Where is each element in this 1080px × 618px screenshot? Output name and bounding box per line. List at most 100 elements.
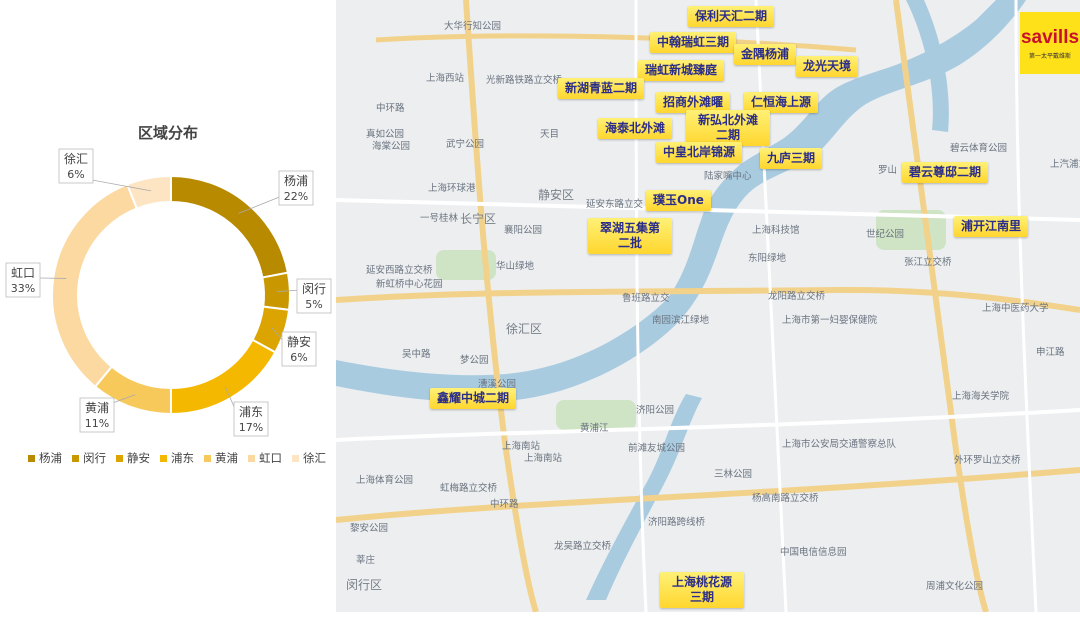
place-label: 上海海关学院: [952, 391, 1010, 402]
place-label: 世纪公园: [866, 229, 905, 240]
donut-slice-0: [170, 174, 290, 279]
project-label[interactable]: 中翰瑞虹三期: [650, 32, 737, 53]
place-label: 上海市第一妇婴保健院: [782, 315, 878, 326]
legend-label: 黄浦: [215, 451, 238, 465]
place-label: 上海南站: [524, 453, 563, 464]
place-label: 南园滨江绿地: [652, 315, 710, 326]
place-label: 一号桂林: [420, 213, 459, 224]
data-label-category-5: 虹口: [11, 266, 35, 280]
place-label: 东阳绿地: [748, 253, 787, 264]
place-label: 襄阳公园: [504, 225, 543, 236]
data-label-category-1: 闵行: [302, 281, 326, 296]
legend-item-0: 杨浦: [28, 450, 62, 466]
project-label[interactable]: 新湖青蓝二期: [558, 78, 645, 99]
project-label[interactable]: 鑫耀中城二期: [430, 388, 517, 409]
legend-swatch: [160, 454, 167, 462]
place-label: 中环路: [490, 499, 519, 510]
place-label: 上海环球港: [428, 183, 476, 194]
project-label[interactable]: 瑞虹新城臻庭: [638, 60, 725, 81]
legend-swatch: [116, 454, 123, 462]
data-label-4: 黄浦 11%: [79, 397, 115, 433]
place-label: 三林公园: [714, 469, 753, 480]
place-label: 武宁公园: [446, 139, 485, 150]
project-label[interactable]: 璞玉One: [646, 190, 711, 211]
legend: 杨浦 闵行 静安 浦东 黄浦 虹口 徐汇: [28, 450, 328, 466]
place-label: 周浦文化公园: [926, 581, 984, 592]
place-label: 海棠公园: [372, 141, 411, 152]
legend-label: 静安: [127, 451, 150, 465]
legend-label: 虹口: [259, 451, 282, 465]
legend-swatch: [248, 454, 255, 462]
data-label-value-2: 6%: [290, 351, 307, 364]
place-label: 陆家嘴中心: [704, 171, 752, 182]
project-label[interactable]: 保利天汇二期: [688, 6, 775, 27]
data-label-6: 徐汇 6%: [58, 148, 94, 184]
data-label-3: 浦东 17%: [233, 401, 269, 437]
data-label-5: 虹口 33%: [5, 262, 41, 298]
legend-label: 徐汇: [303, 451, 326, 465]
place-label: 鲁班路立交: [622, 293, 670, 304]
project-label[interactable]: 翠湖五集第二批: [588, 218, 672, 254]
project-label[interactable]: 龙光天境: [796, 56, 859, 77]
donut-slice-6: [125, 174, 172, 210]
place-label: 闵行区: [346, 578, 383, 592]
project-label[interactable]: 海泰北外滩: [598, 118, 673, 139]
legend-label: 杨浦: [39, 451, 62, 465]
savills-logo: savills 第一太平戴维斯: [1020, 12, 1080, 74]
legend-swatch: [204, 454, 211, 462]
place-label: 华山绿地: [496, 261, 535, 272]
data-label-value-1: 5%: [305, 298, 322, 311]
data-label-value-3: 17%: [239, 421, 263, 434]
place-label: 前滩友城公园: [628, 443, 686, 454]
place-label: 上海体育公园: [356, 475, 414, 486]
place-label: 中国电信信息园: [780, 547, 847, 558]
place-label: 济阳公园: [636, 405, 675, 416]
legend-swatch: [72, 454, 79, 462]
place-label: 济阳路跨线桥: [648, 517, 706, 528]
data-label-value-6: 6%: [67, 168, 84, 181]
project-label[interactable]: 碧云尊邸二期: [902, 162, 989, 183]
place-label: 长宁区: [460, 212, 497, 226]
data-label-value-5: 33%: [11, 282, 35, 295]
place-label: 张江立交桥: [904, 257, 952, 268]
place-label: 新虹桥中心花园: [376, 279, 443, 290]
legend-item-6: 徐汇: [292, 450, 326, 466]
data-label-category-6: 徐汇: [64, 151, 88, 166]
data-label-0: 杨浦 22%: [278, 170, 314, 206]
place-label: 延安西路立交桥: [366, 265, 433, 276]
place-label: 光新路铁路立交桥: [486, 75, 563, 86]
project-label[interactable]: 中皇北岸锦源: [656, 142, 743, 163]
place-label: 静安区: [538, 188, 575, 202]
place-label: 申江路: [1036, 347, 1065, 358]
place-label: 天目: [540, 129, 560, 140]
data-label-category-0: 杨浦: [284, 173, 308, 188]
place-label: 上汽浦东: [1050, 159, 1080, 170]
data-label-value-4: 11%: [85, 417, 109, 430]
place-label: 徐汇区: [506, 322, 543, 336]
legend-item-1: 闵行: [72, 450, 106, 466]
place-label: 吴中路: [402, 349, 431, 360]
legend-label: 浦东: [171, 451, 194, 465]
place-label: 上海科技馆: [752, 225, 800, 236]
place-label: 黎安公园: [350, 523, 389, 534]
project-label[interactable]: 浦开江南里: [954, 216, 1029, 237]
project-label[interactable]: 上海桃花源三期: [660, 572, 744, 608]
place-label: 上海西站: [426, 73, 465, 84]
place-label: 梦公园: [460, 355, 489, 366]
place-label: 莘庄: [356, 555, 376, 566]
legend-swatch: [292, 454, 299, 462]
place-label: 外环罗山立交桥: [954, 455, 1021, 466]
place-label: 大华行知公园: [444, 21, 502, 32]
project-label[interactable]: 金隅杨浦: [734, 44, 797, 65]
data-label-2: 静安 6%: [281, 331, 317, 367]
place-label: 延安东路立交: [586, 199, 644, 210]
place-label: 虹梅路立交桥: [440, 483, 498, 494]
place-label: 杨高南路立交桥: [752, 493, 819, 504]
project-label[interactable]: 新弘北外滩二期: [686, 110, 770, 146]
data-label-value-0: 22%: [284, 190, 308, 203]
chart-panel: 区域分布 杨浦 22% 闵行 5% 静安 6% 浦东 17% 黄浦 11% 虹口 33% 徐汇 6% 杨浦…: [0, 0, 336, 618]
project-label[interactable]: 九庐三期: [760, 148, 823, 169]
map-panel[interactable]: 大华行知公园 上海西站 光新路铁路立交桥 真如公园 海棠公园 武宁公园 上海环球港 一号桂林静…: [336, 0, 1080, 612]
legend-item-4: 黄浦: [204, 450, 238, 466]
place-label: 黄浦江: [580, 423, 609, 434]
